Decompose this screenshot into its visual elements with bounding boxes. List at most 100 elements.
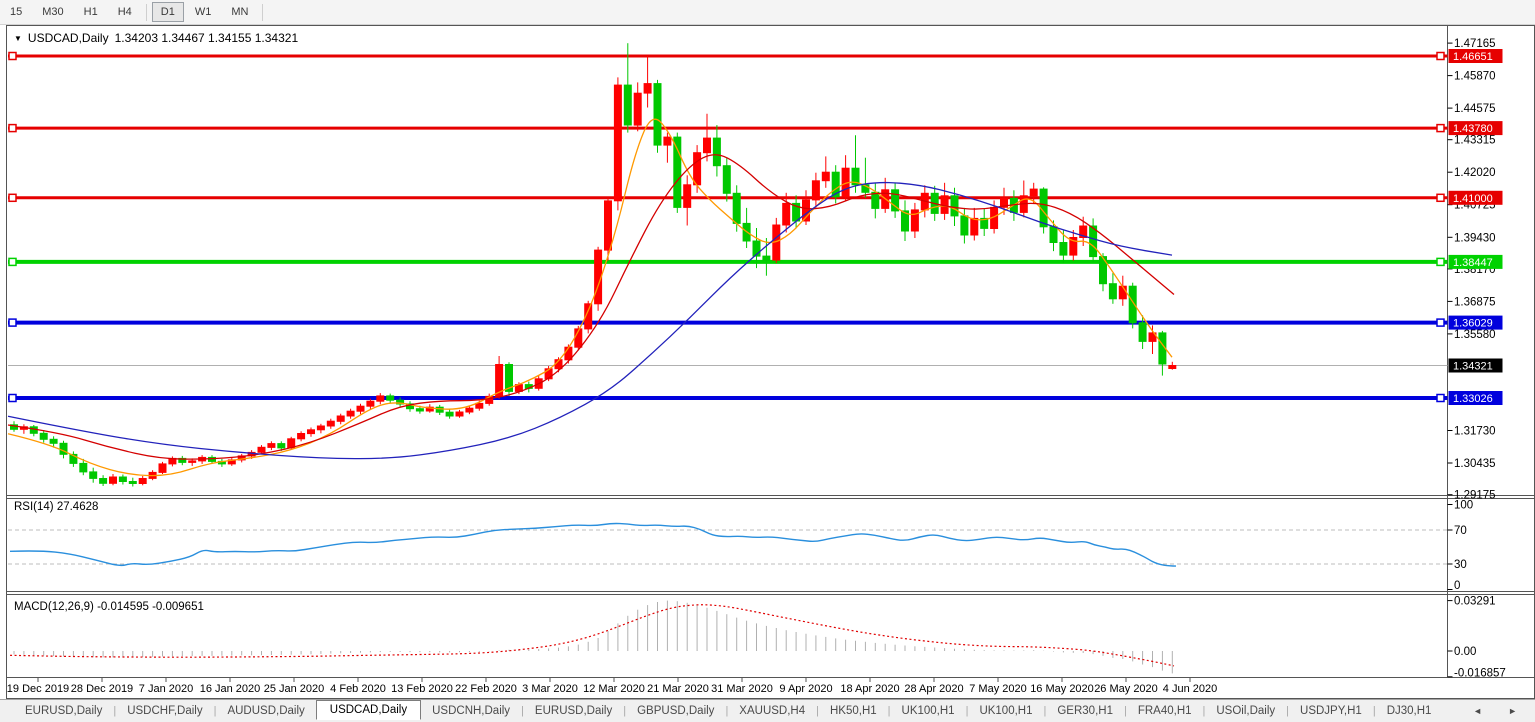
candle-body — [278, 444, 285, 448]
date-tick-label: 21 Mar 2020 — [647, 683, 709, 695]
chart-tab-ger30-h1[interactable]: GER30,H1 — [1046, 702, 1124, 720]
macd-tick-label: 0.00 — [1454, 646, 1476, 658]
tab-scroll-left-icon[interactable]: ◄ — [1473, 706, 1482, 716]
price-axis: 1.471651.458701.445751.433151.420201.407… — [1448, 38, 1496, 502]
candle-body — [654, 84, 661, 146]
date-tick-label: 4 Jun 2020 — [1163, 683, 1217, 695]
date-tick-label: 18 Apr 2020 — [840, 683, 899, 695]
chart-tab-eurusd-daily[interactable]: EURUSD,Daily — [14, 702, 113, 720]
chart-tab-usdjpy-h1[interactable]: USDJPY,H1 — [1289, 702, 1373, 720]
timeframe-button-mn[interactable]: MN — [222, 2, 257, 22]
date-tick-label: 3 Mar 2020 — [522, 683, 578, 695]
candle-body — [614, 85, 621, 201]
date-tick-label: 7 May 2020 — [969, 683, 1026, 695]
price-tick-label: 1.36875 — [1454, 296, 1496, 308]
timeframe-button-m30[interactable]: M30 — [33, 2, 72, 22]
candle-body — [50, 439, 57, 443]
chart-tab-uk100-h1[interactable]: UK100,H1 — [968, 702, 1043, 720]
candle-body — [634, 93, 641, 125]
chart-tab-xauusd-h4[interactable]: XAUUSD,H4 — [728, 702, 816, 720]
date-tick-label: 4 Feb 2020 — [330, 683, 386, 695]
candle-body — [436, 407, 443, 412]
candle-body — [377, 396, 384, 401]
tab-scroll-arrows: ◄► — [1473, 706, 1535, 716]
hline-handle[interactable] — [1437, 125, 1444, 132]
tab-scroll-right-icon[interactable]: ► — [1508, 706, 1517, 716]
hline-handle[interactable] — [1437, 319, 1444, 326]
price-tick-label: 1.43315 — [1454, 135, 1496, 147]
candle-body — [258, 447, 265, 452]
candle-body — [763, 256, 770, 260]
chart-symbol-label: USDCAD,Daily — [28, 31, 109, 45]
candle-body — [1050, 227, 1057, 243]
price-tick-label: 1.31730 — [1454, 426, 1496, 438]
hline-handle[interactable] — [9, 125, 16, 132]
candle-body — [971, 218, 978, 235]
candle-body — [129, 482, 136, 484]
candle-body — [664, 137, 671, 145]
candle-body — [476, 403, 483, 408]
hline-handle[interactable] — [1437, 53, 1444, 60]
chevron-down-icon[interactable]: ▼ — [14, 34, 22, 43]
current-price-badge: 1.34321 — [1453, 361, 1493, 373]
candle-body — [327, 421, 334, 426]
hline-handle[interactable] — [9, 258, 16, 265]
candle-body — [387, 396, 394, 400]
rsi-tick-label: 0 — [1454, 580, 1460, 592]
hline-price-badge: 1.46651 — [1453, 51, 1493, 63]
candle-body — [1139, 323, 1146, 342]
date-tick-label: 16 Jan 2020 — [200, 683, 261, 695]
hline-price-badge: 1.38447 — [1453, 257, 1493, 269]
price-tick-label: 1.47165 — [1454, 38, 1496, 50]
hline-handle[interactable] — [9, 53, 16, 60]
candle-body — [367, 401, 374, 406]
chart-tab-usdcnh-daily[interactable]: USDCNH,Daily — [421, 702, 521, 720]
chart-tab-audusd-daily[interactable]: AUDUSD,Daily — [216, 702, 315, 720]
timeframe-button-w1[interactable]: W1 — [186, 2, 221, 22]
chart-tab-gbpusd-daily[interactable]: GBPUSD,Daily — [626, 702, 725, 720]
chart-tab-uk100-h1[interactable]: UK100,H1 — [891, 702, 966, 720]
candle-body — [872, 192, 879, 208]
hline-handle[interactable] — [9, 395, 16, 402]
candle-body — [110, 477, 117, 483]
toolbar-separator — [262, 4, 263, 21]
timeframe-button-h4[interactable]: H4 — [109, 2, 141, 22]
timeframe-button-h1[interactable]: H1 — [75, 2, 107, 22]
candle-body — [1169, 366, 1176, 369]
date-tick-label: 7 Jan 2020 — [139, 683, 193, 695]
chart-title: ▼ USDCAD,Daily 1.34203 1.34467 1.34155 1… — [14, 31, 298, 45]
macd-indicator-label: MACD(12,26,9) -0.014595 -0.009651 — [14, 601, 204, 613]
date-tick-label: 9 Apr 2020 — [779, 683, 832, 695]
date-tick-label: 19 Dec 2019 — [7, 683, 69, 695]
candle-body — [298, 434, 305, 439]
hline-handle[interactable] — [9, 319, 16, 326]
candle-body — [1109, 284, 1116, 299]
chart-tab-eurusd-daily[interactable]: EURUSD,Daily — [524, 702, 623, 720]
chart-tab-hk50-h1[interactable]: HK50,H1 — [819, 702, 888, 720]
hline-handle[interactable] — [9, 194, 16, 201]
hline-handle[interactable] — [1437, 395, 1444, 402]
hline-price-badge: 1.41000 — [1453, 193, 1493, 205]
chart-tab-dj30-h1[interactable]: DJ30,H1 — [1376, 702, 1443, 720]
hline-handle[interactable] — [1437, 194, 1444, 201]
candle-body — [713, 138, 720, 166]
candle-body — [337, 416, 344, 421]
hline-handle[interactable] — [1437, 258, 1444, 265]
rsi-tick-label: 70 — [1454, 525, 1467, 537]
chart-tab-fra40-h1[interactable]: FRA40,H1 — [1127, 702, 1203, 720]
timeframe-toolbar: 15M30H1H4 D1W1MN — [0, 0, 1535, 25]
chart-window[interactable]: 1.471651.458701.445751.433151.420201.407… — [0, 25, 1535, 699]
candle-body — [624, 85, 631, 125]
chart-tab-usoil-daily[interactable]: USOil,Daily — [1205, 702, 1286, 720]
macd-tick-label: -0.016857 — [1454, 668, 1506, 680]
timeframe-button-d1[interactable]: D1 — [152, 2, 184, 22]
chart-tab-usdchf-daily[interactable]: USDCHF,Daily — [116, 702, 213, 720]
timeframe-button-15[interactable]: 15 — [1, 2, 31, 22]
chart-tab-usdcad-daily[interactable]: USDCAD,Daily — [316, 700, 421, 720]
chart-canvas[interactable]: 1.471651.458701.445751.433151.420201.407… — [0, 25, 1535, 699]
candle-body — [1060, 243, 1067, 256]
hline-price-badge: 1.33026 — [1453, 393, 1493, 405]
date-tick-label: 25 Jan 2020 — [264, 683, 325, 695]
candle-body — [347, 411, 354, 416]
rsi-indicator-label: RSI(14) 27.4628 — [14, 501, 98, 513]
